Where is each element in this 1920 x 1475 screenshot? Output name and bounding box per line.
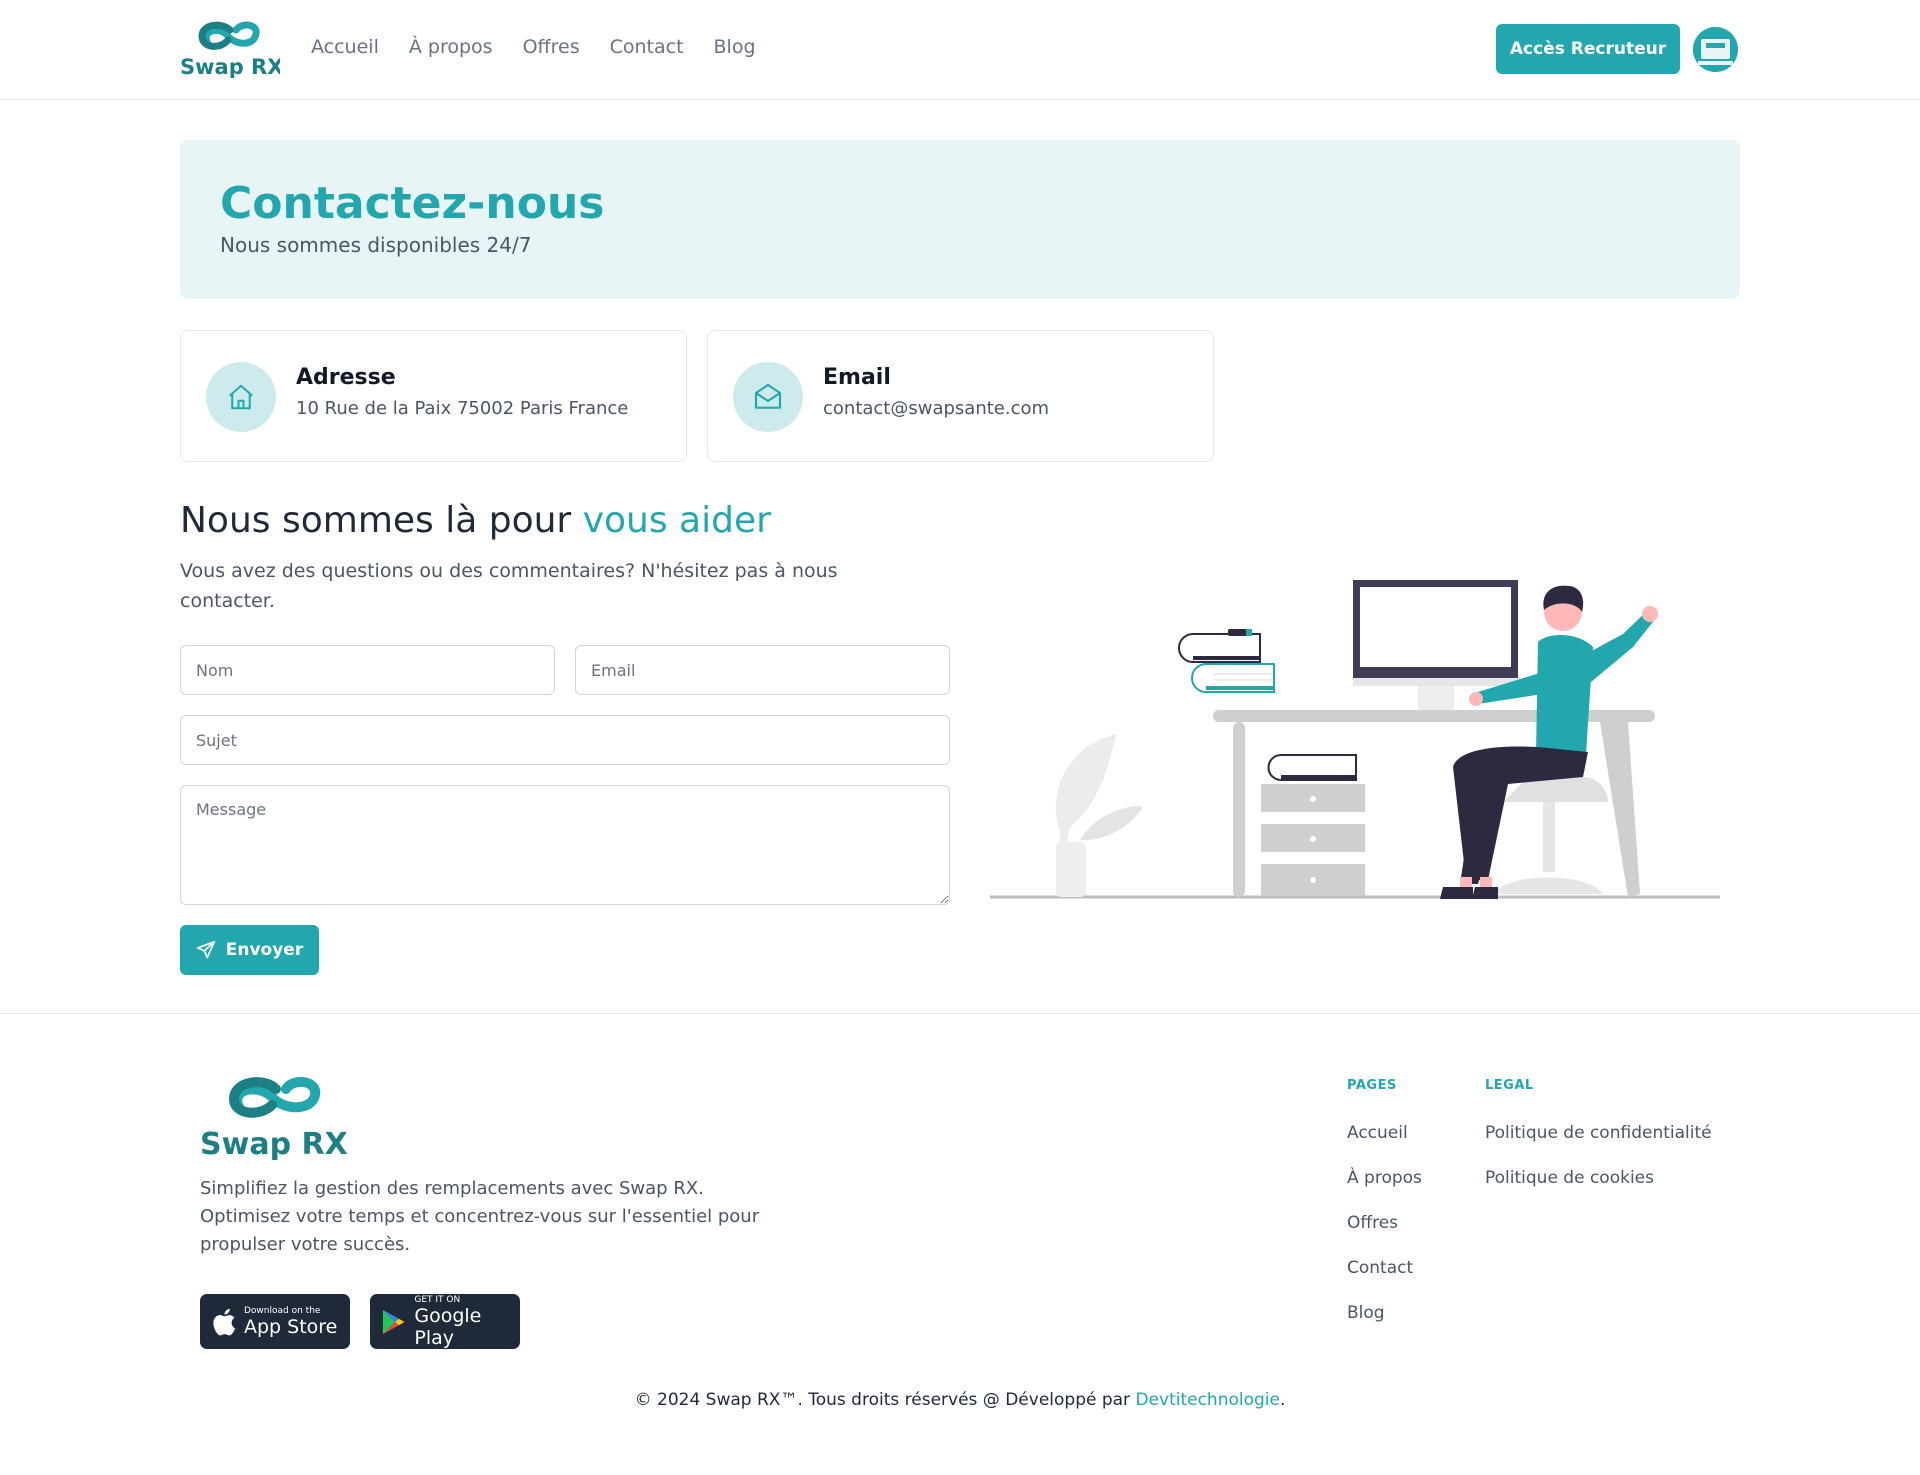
mail-icon bbox=[733, 362, 803, 432]
footer-link-accueil[interactable]: Accueil bbox=[1347, 1123, 1422, 1168]
send-button-label: Envoyer bbox=[225, 940, 304, 960]
footer-link-offres[interactable]: Offres bbox=[1347, 1213, 1422, 1258]
navbar: Swap RX Accueil À propos Offres Contact … bbox=[0, 0, 1920, 100]
developer-link[interactable]: Devtitechnologie bbox=[1135, 1390, 1280, 1410]
apple-icon bbox=[213, 1308, 236, 1335]
footer-divider bbox=[0, 1013, 1920, 1014]
chair-illustration bbox=[1493, 777, 1608, 894]
app-store-badge[interactable]: Download on the App Store bbox=[200, 1294, 350, 1349]
footer-link-blog[interactable]: Blog bbox=[1347, 1303, 1422, 1348]
message-textarea[interactable] bbox=[180, 785, 950, 905]
help-heading-main: Nous sommes là pour bbox=[180, 500, 583, 541]
app-store-big: App Store bbox=[244, 1315, 338, 1338]
nav-link-offres[interactable]: Offres bbox=[523, 36, 580, 58]
home-icon bbox=[206, 362, 276, 432]
page-title: Contactez-nous bbox=[220, 178, 605, 229]
email-title: Email bbox=[823, 365, 891, 390]
user-avatar-icon[interactable] bbox=[1693, 27, 1738, 72]
swap-rx-logo[interactable]: Swap RX bbox=[180, 20, 280, 78]
contact-illustration bbox=[990, 580, 1720, 899]
help-heading: Nous sommes là pour vous aider bbox=[180, 500, 771, 541]
nav-link-a-propos[interactable]: À propos bbox=[409, 36, 493, 58]
address-value: 10 Rue de la Paix 75002 Paris France bbox=[296, 398, 629, 419]
email-input[interactable] bbox=[575, 645, 950, 695]
nav-link-blog[interactable]: Blog bbox=[714, 36, 756, 58]
footer-link-cookies[interactable]: Politique de cookies bbox=[1485, 1168, 1712, 1213]
footer-description: Simplifiez la gestion des remplacements … bbox=[200, 1178, 760, 1255]
google-play-big: Google Play bbox=[414, 1304, 482, 1349]
app-store-text: Download on the App Store bbox=[244, 1306, 337, 1338]
footer-pages-title: PAGES bbox=[1347, 1078, 1397, 1093]
footer-legal-list: Politique de confidentialité Politique d… bbox=[1485, 1123, 1712, 1213]
main-nav: Accueil À propos Offres Contact Blog bbox=[311, 36, 756, 58]
address-card: Adresse 10 Rue de la Paix 75002 Paris Fr… bbox=[180, 330, 687, 462]
logo-text: Swap RX bbox=[180, 55, 280, 78]
send-icon bbox=[196, 940, 215, 959]
copyright-text: © 2024 Swap RX™. Tous droits réservés @ … bbox=[634, 1390, 1136, 1410]
help-heading-accent: vous aider bbox=[582, 500, 771, 541]
google-play-icon bbox=[382, 1309, 405, 1334]
footer-logo-text: Swap RX bbox=[200, 1127, 348, 1160]
send-button[interactable]: Envoyer bbox=[180, 925, 319, 975]
help-description: Vous avez des questions ou des commentai… bbox=[180, 560, 838, 612]
name-input[interactable] bbox=[180, 645, 555, 695]
hero-banner: Contactez-nous Nous sommes disponibles 2… bbox=[180, 140, 1740, 299]
google-play-small: GET IT ON bbox=[414, 1294, 461, 1305]
app-store-small: Download on the bbox=[244, 1305, 321, 1316]
email-value[interactable]: contact@swapsante.com bbox=[823, 398, 1049, 419]
footer-swap-rx-logo[interactable]: Swap RX bbox=[200, 1075, 350, 1160]
books-stack-illustration bbox=[1178, 629, 1275, 693]
nav-link-contact[interactable]: Contact bbox=[610, 36, 684, 58]
subject-input[interactable] bbox=[180, 715, 950, 765]
footer-link-a-propos[interactable]: À propos bbox=[1347, 1168, 1422, 1213]
google-play-badge[interactable]: GET IT ON Google Play bbox=[370, 1294, 520, 1349]
copyright: © 2024 Swap RX™. Tous droits réservés @ … bbox=[0, 1390, 1920, 1410]
footer-legal-title: LEGAL bbox=[1485, 1078, 1534, 1093]
page-subtitle: Nous sommes disponibles 24/7 bbox=[220, 233, 532, 257]
footer-link-contact[interactable]: Contact bbox=[1347, 1258, 1422, 1303]
desk-illustration bbox=[1213, 710, 1655, 897]
plant-illustration bbox=[1055, 734, 1143, 897]
recruiter-access-button[interactable]: Accès Recruteur bbox=[1496, 24, 1680, 74]
footer-link-privacy[interactable]: Politique de confidentialité bbox=[1485, 1123, 1712, 1168]
google-play-text: GET IT ON Google Play bbox=[414, 1295, 520, 1349]
email-card: Email contact@swapsante.com bbox=[707, 330, 1214, 462]
address-title: Adresse bbox=[296, 365, 396, 390]
copyright-suffix: . bbox=[1279, 1390, 1286, 1410]
nav-link-accueil[interactable]: Accueil bbox=[311, 36, 379, 58]
footer-pages-list: Accueil À propos Offres Contact Blog bbox=[1347, 1123, 1422, 1348]
